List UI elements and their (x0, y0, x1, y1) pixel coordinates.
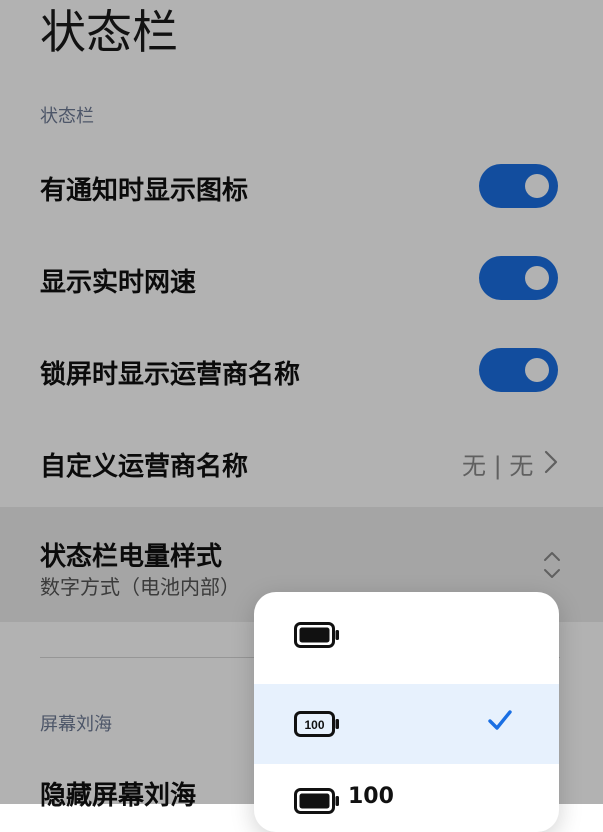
battery-style-popup: 100 100 (254, 592, 559, 832)
battery-number-inside-icon: 100 (294, 711, 339, 737)
battery-badge-text: 100 (304, 718, 324, 732)
battery-number-beside-text: 100 (348, 784, 394, 809)
battery-icon (294, 622, 339, 648)
popup-option-battery-icon[interactable] (254, 604, 559, 684)
battery-number-beside-icon (294, 788, 339, 814)
checkmark-icon (488, 710, 512, 730)
popup-option-battery-number-inside[interactable]: 100 (254, 684, 559, 764)
popup-option-battery-number-beside[interactable]: 100 (254, 764, 559, 832)
